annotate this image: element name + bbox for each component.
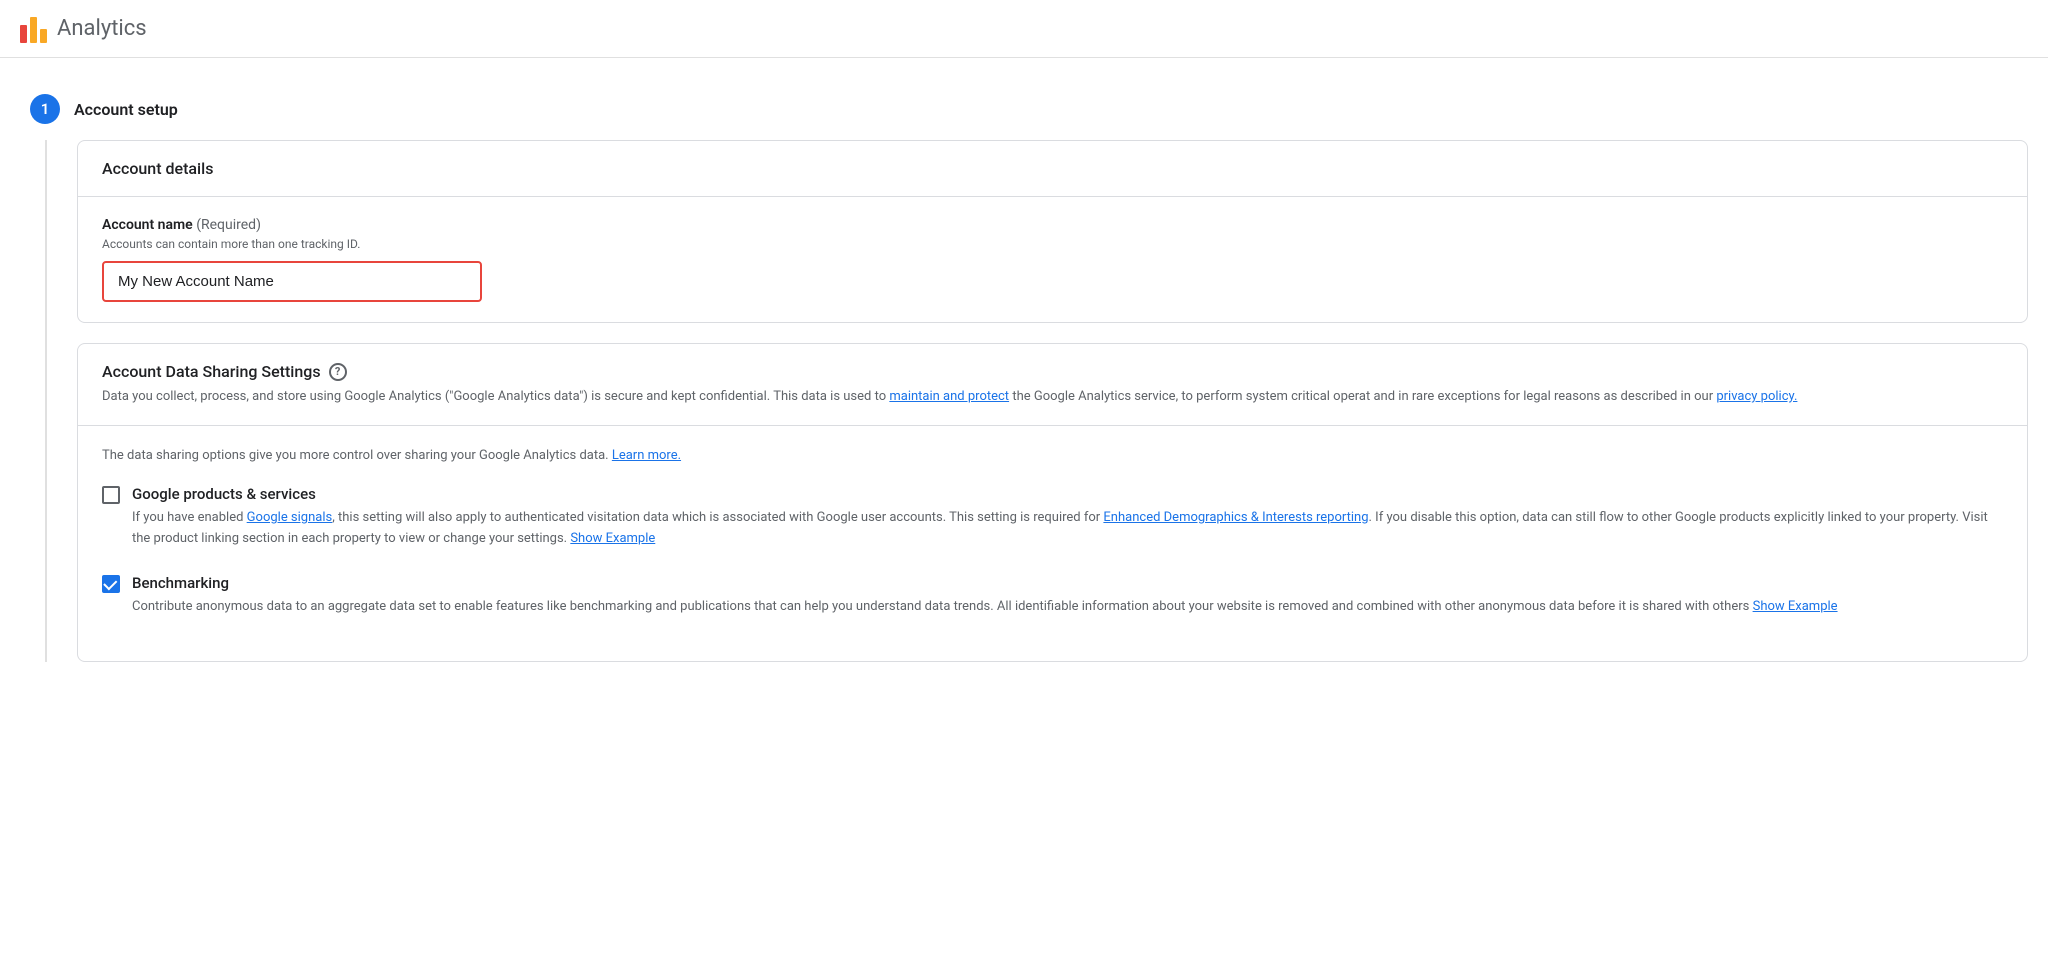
learn-more-link[interactable]: Learn more. (612, 448, 681, 463)
app-title: Analytics (57, 16, 147, 41)
step-content: Account details Account name (Required) … (45, 140, 2048, 662)
data-sharing-body: The data sharing options give you more c… (78, 426, 2027, 662)
logo-bar-3 (40, 29, 47, 43)
checkbox-row-google-products: Google products & services (102, 485, 2003, 504)
account-details-title: Account details (102, 159, 213, 178)
step-header: 1 Account setup (0, 78, 2048, 140)
google-signals-link[interactable]: Google signals (247, 510, 333, 525)
checkbox-item-google-products: Google products & services If you have e… (102, 485, 2003, 550)
data-sharing-description: Data you collect, process, and store usi… (102, 387, 2003, 407)
enhanced-demographics-link[interactable]: Enhanced Demographics & Interests report… (1103, 510, 1368, 525)
account-details-card: Account details Account name (Required) … (77, 140, 2028, 323)
step-label: Account setup (74, 100, 178, 119)
logo-bar-1 (20, 25, 27, 43)
data-sharing-title-row: Account Data Sharing Settings ? (102, 362, 2003, 381)
main-content: 1 Account setup Account details Account … (0, 58, 2048, 702)
checkbox-row-benchmarking: Benchmarking (102, 574, 2003, 593)
google-products-show-example-link[interactable]: Show Example (570, 531, 655, 546)
account-name-input[interactable] (102, 261, 482, 302)
maintain-protect-link[interactable]: maintain and protect (889, 389, 1009, 404)
google-products-checkbox[interactable] (102, 486, 120, 504)
account-details-card-body: Account name (Required) Accounts can con… (78, 197, 2027, 322)
logo-container: Analytics (20, 15, 147, 43)
benchmarking-show-example-link[interactable]: Show Example (1753, 599, 1838, 614)
benchmarking-checkbox[interactable] (102, 575, 120, 593)
checkbox-item-benchmarking: Benchmarking Contribute anonymous data t… (102, 574, 2003, 618)
account-name-label: Account name (Required) (102, 217, 2003, 233)
benchmarking-desc: Contribute anonymous data to an aggregat… (132, 597, 2003, 618)
data-sharing-card: Account Data Sharing Settings ? Data you… (77, 343, 2028, 662)
google-products-label: Google products & services (132, 485, 316, 503)
data-sharing-title-text: Account Data Sharing Settings (102, 362, 321, 381)
app-header: Analytics (0, 0, 2048, 58)
sharing-intro: The data sharing options give you more c… (102, 446, 2003, 466)
step-badge: 1 (30, 94, 60, 124)
help-icon[interactable]: ? (329, 363, 347, 381)
account-name-hint: Accounts can contain more than one track… (102, 237, 2003, 251)
analytics-logo-icon (20, 15, 47, 43)
account-details-card-header: Account details (78, 141, 2027, 197)
data-sharing-header: Account Data Sharing Settings ? Data you… (78, 344, 2027, 426)
google-products-desc: If you have enabled Google signals, this… (132, 508, 2003, 550)
privacy-policy-link[interactable]: privacy policy. (1716, 389, 1797, 404)
logo-bar-2 (30, 17, 37, 43)
benchmarking-label: Benchmarking (132, 574, 229, 592)
